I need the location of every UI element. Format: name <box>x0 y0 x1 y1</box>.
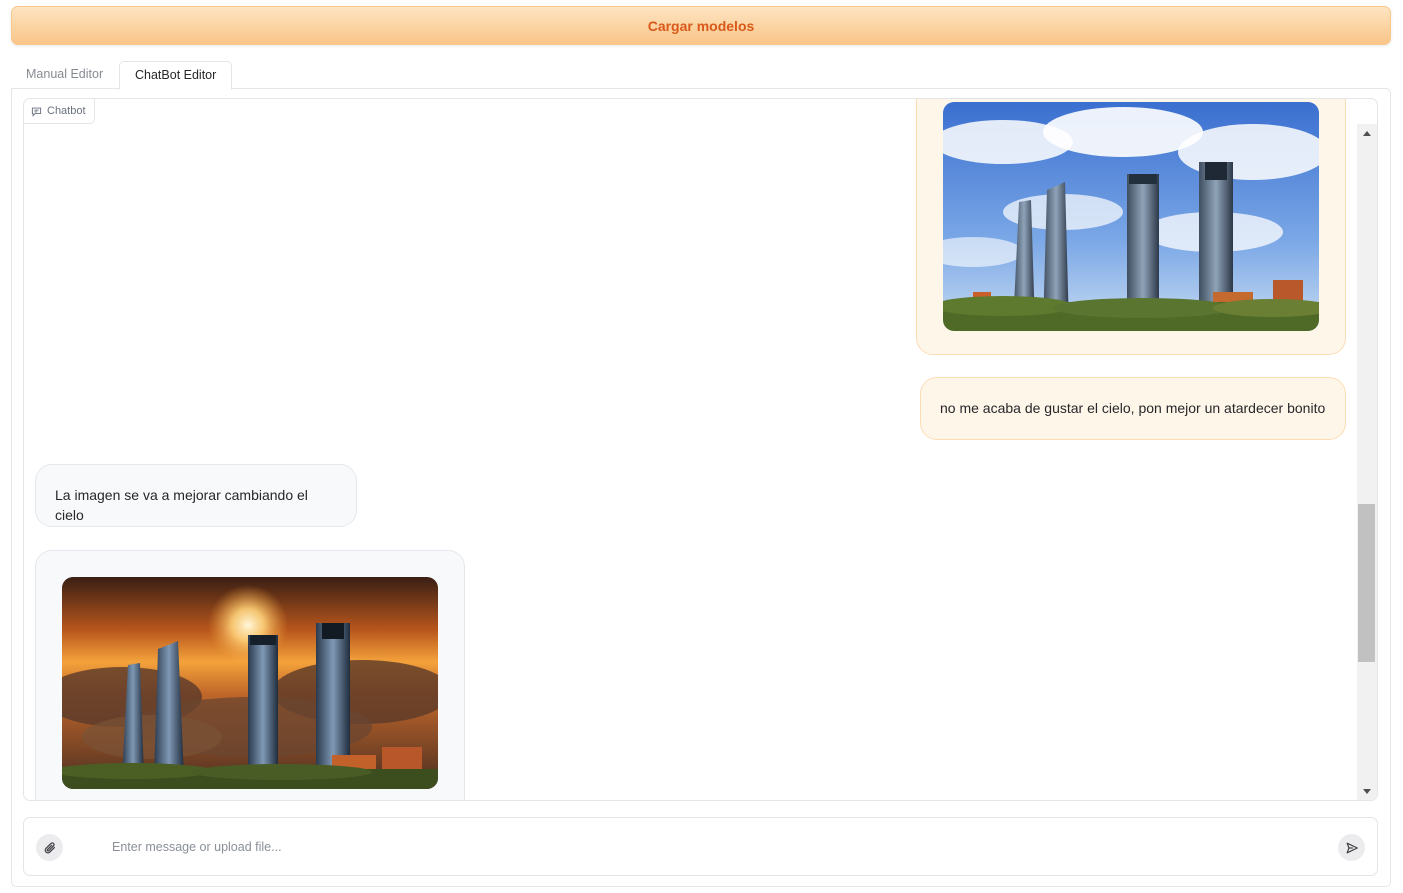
chatbot-panel: Chatbot no me acaba de gustar el cielo, … <box>23 98 1378 801</box>
scroll-down-arrow-icon[interactable] <box>1363 789 1371 794</box>
chat-bubble-icon <box>31 107 42 117</box>
tab-manual-editor[interactable]: Manual Editor <box>11 61 118 89</box>
bot-image-message <box>35 550 465 800</box>
chatbot-label: Chatbot <box>24 99 95 124</box>
bot-message-text: La imagen se va a mejorar cambiando el c… <box>55 487 308 523</box>
scroll-thumb[interactable] <box>1358 504 1375 662</box>
load-models-button[interactable]: Cargar modelos <box>11 6 1391 45</box>
message-input-box <box>23 817 1378 876</box>
message-input[interactable] <box>110 832 1310 862</box>
paperclip-icon <box>44 841 55 853</box>
skyline-sunset-image <box>62 577 438 789</box>
user-image-message <box>916 99 1346 355</box>
chatbot-label-text: Chatbot <box>47 105 86 117</box>
tab-bar: Manual Editor ChatBot Editor <box>11 61 1391 90</box>
send-button[interactable] <box>1338 834 1365 861</box>
attach-file-button[interactable] <box>36 834 63 861</box>
send-icon <box>1346 842 1358 853</box>
chat-scrollbar[interactable] <box>1357 124 1377 800</box>
skyline-blue-sky-image <box>943 102 1319 331</box>
user-text-message: no me acaba de gustar el cielo, pon mejo… <box>920 377 1346 440</box>
message-list: no me acaba de gustar el cielo, pon mejo… <box>24 99 1356 800</box>
user-message-text: no me acaba de gustar el cielo, pon mejo… <box>940 400 1326 416</box>
bot-text-message: La imagen se va a mejorar cambiando el c… <box>35 464 357 527</box>
tab-chatbot-editor[interactable]: ChatBot Editor <box>119 61 233 90</box>
scroll-up-arrow-icon[interactable] <box>1363 131 1371 136</box>
